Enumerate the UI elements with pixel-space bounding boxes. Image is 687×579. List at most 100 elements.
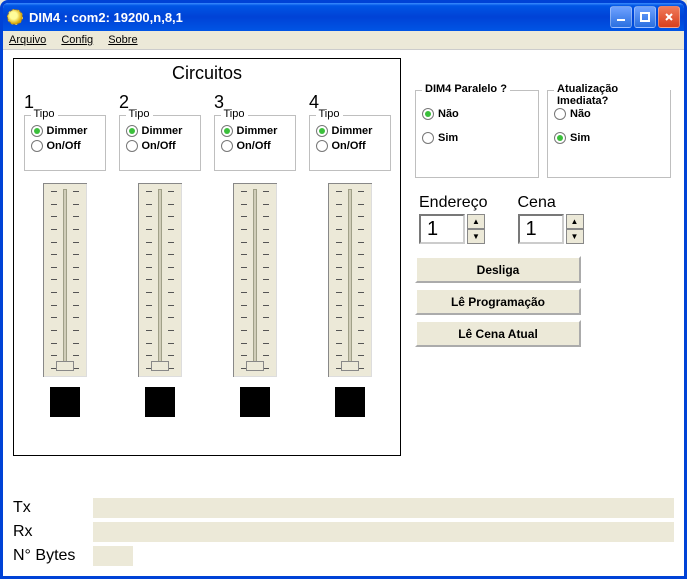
tipo-dimmer-label: Dimmer: [142, 125, 183, 137]
cena-up-button[interactable]: ▲: [566, 214, 584, 229]
tipo-dimmer-option[interactable]: Dimmer: [126, 125, 194, 137]
tipo-onoff-label: On/Off: [237, 140, 271, 152]
endereco-input[interactable]: [419, 214, 465, 244]
desliga-button[interactable]: Desliga: [415, 256, 581, 283]
paralelo-sim-option[interactable]: Sim: [422, 132, 532, 144]
tx-label: Tx: [13, 499, 93, 517]
circuit-column: 4TipoDimmerOn/Off: [305, 90, 394, 417]
radio-icon: [316, 125, 328, 137]
radio-icon: [554, 132, 566, 144]
tipo-onoff-option[interactable]: On/Off: [126, 140, 194, 152]
level-indicator: [50, 387, 80, 417]
endereco-down-button[interactable]: ▼: [467, 229, 485, 244]
circuit-column: 3TipoDimmerOn/Off: [210, 90, 299, 417]
tipo-group: TipoDimmerOn/Off: [309, 115, 391, 171]
radio-icon: [31, 140, 43, 152]
tipo-dimmer-option[interactable]: Dimmer: [316, 125, 384, 137]
radio-icon: [422, 132, 434, 144]
paralelo-legend: DIM4 Paralelo ?: [422, 83, 510, 95]
minimize-icon: [616, 12, 626, 22]
cena-input[interactable]: [518, 214, 564, 244]
window-title: DIM4 : com2: 19200,n,8,1: [29, 10, 610, 25]
circuit-column: 1TipoDimmerOn/Off: [20, 90, 109, 417]
tipo-onoff-label: On/Off: [332, 140, 366, 152]
menubar: Arquivo Config Sobre: [3, 31, 684, 50]
paralelo-nao-label: Não: [438, 108, 459, 120]
level-slider[interactable]: [326, 181, 374, 379]
le-cena-atual-button[interactable]: Lê Cena Atual: [415, 320, 581, 347]
slider-thumb[interactable]: [246, 361, 264, 371]
level-indicator: [335, 387, 365, 417]
menu-sobre[interactable]: Sobre: [108, 34, 137, 46]
radio-icon: [422, 108, 434, 120]
level-slider[interactable]: [136, 181, 184, 379]
tipo-legend: Tipo: [126, 108, 153, 120]
tipo-dimmer-option[interactable]: Dimmer: [31, 125, 99, 137]
le-programacao-button[interactable]: Lê Programação: [415, 288, 581, 315]
endereco-label: Endereço: [419, 194, 488, 212]
slider-thumb[interactable]: [151, 361, 169, 371]
right-panel: DIM4 Paralelo ? Não Sim Atualização Imed…: [415, 90, 671, 352]
tipo-dimmer-label: Dimmer: [332, 125, 373, 137]
circuit-column: 2TipoDimmerOn/Off: [115, 90, 204, 417]
minimize-button[interactable]: [610, 6, 632, 28]
radio-icon: [316, 140, 328, 152]
content-area: Circuitos 1TipoDimmerOn/Off2TipoDimmerOn…: [3, 50, 684, 576]
endereco-up-button[interactable]: ▲: [467, 214, 485, 229]
paralelo-nao-option[interactable]: Não: [422, 108, 532, 120]
close-button[interactable]: [658, 6, 680, 28]
tipo-group: TipoDimmerOn/Off: [24, 115, 106, 171]
atualiza-nao-option[interactable]: Não: [554, 108, 664, 120]
radio-icon: [221, 125, 233, 137]
status-area: Tx Rx N° Bytes: [13, 494, 674, 570]
titlebar[interactable]: DIM4 : com2: 19200,n,8,1: [3, 3, 684, 31]
tipo-onoff-option[interactable]: On/Off: [221, 140, 289, 152]
endereco-spinner: ▲ ▼: [419, 214, 488, 244]
tipo-legend: Tipo: [221, 108, 248, 120]
level-slider[interactable]: [231, 181, 279, 379]
tipo-group: TipoDimmerOn/Off: [214, 115, 296, 171]
radio-icon: [31, 125, 43, 137]
level-indicator: [240, 387, 270, 417]
tipo-dimmer-label: Dimmer: [47, 125, 88, 137]
nbytes-value: [93, 546, 133, 566]
nbytes-label: N° Bytes: [13, 547, 93, 565]
circuits-title: Circuitos: [14, 59, 400, 86]
tipo-onoff-option[interactable]: On/Off: [31, 140, 99, 152]
atualiza-nao-label: Não: [570, 108, 591, 120]
slider-thumb[interactable]: [341, 361, 359, 371]
rx-value: [93, 522, 674, 542]
level-slider[interactable]: [41, 181, 89, 379]
cena-down-button[interactable]: ▼: [566, 229, 584, 244]
tipo-dimmer-option[interactable]: Dimmer: [221, 125, 289, 137]
tipo-onoff-label: On/Off: [47, 140, 81, 152]
atualiza-legend: Atualização Imediata?: [554, 83, 670, 107]
radio-icon: [554, 108, 566, 120]
tx-value: [93, 498, 674, 518]
tipo-dimmer-label: Dimmer: [237, 125, 278, 137]
radio-icon: [126, 125, 138, 137]
radio-icon: [126, 140, 138, 152]
menu-config[interactable]: Config: [61, 34, 93, 46]
atualiza-sim-label: Sim: [570, 132, 590, 144]
tipo-legend: Tipo: [316, 108, 343, 120]
circuits-group: Circuitos 1TipoDimmerOn/Off2TipoDimmerOn…: [13, 58, 401, 456]
app-window: DIM4 : com2: 19200,n,8,1 Arquivo Config …: [0, 0, 687, 579]
cena-spinner: ▲ ▼: [518, 214, 584, 244]
tipo-onoff-option[interactable]: On/Off: [316, 140, 384, 152]
tipo-group: TipoDimmerOn/Off: [119, 115, 201, 171]
cena-label: Cena: [518, 194, 584, 212]
tipo-onoff-label: On/Off: [142, 140, 176, 152]
rx-label: Rx: [13, 523, 93, 541]
maximize-icon: [640, 12, 650, 22]
radio-icon: [221, 140, 233, 152]
level-indicator: [145, 387, 175, 417]
slider-thumb[interactable]: [56, 361, 74, 371]
atualiza-sim-option[interactable]: Sim: [554, 132, 664, 144]
paralelo-sim-label: Sim: [438, 132, 458, 144]
close-icon: [664, 12, 674, 22]
atualiza-group: Atualização Imediata? Não Sim: [547, 90, 671, 178]
maximize-button[interactable]: [634, 6, 656, 28]
tipo-legend: Tipo: [31, 108, 58, 120]
menu-arquivo[interactable]: Arquivo: [9, 34, 46, 46]
